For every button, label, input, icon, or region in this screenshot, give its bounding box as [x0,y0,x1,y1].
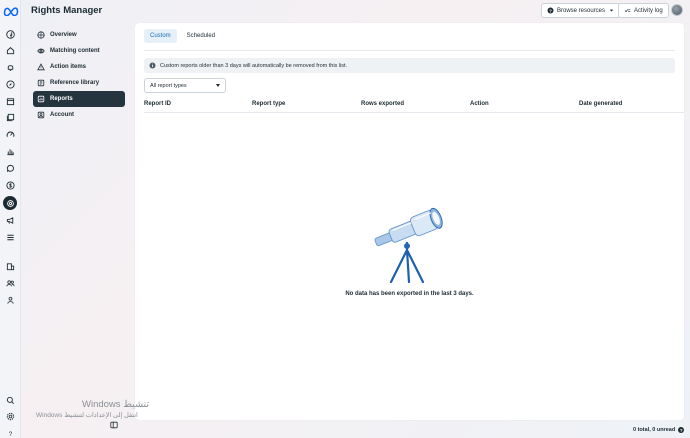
calendar-icon[interactable] [3,94,18,108]
chat-icon[interactable] [3,161,18,175]
caret-down-icon [609,9,614,12]
activity-log-label: Activity log [634,7,663,14]
telescope-illustration [374,207,443,284]
meta-logo-icon[interactable] [3,6,19,16]
menu-icon[interactable] [3,230,18,244]
help-circle-icon: ? [547,7,554,14]
bell-icon[interactable] [3,60,18,74]
side-panel-toggle-icon[interactable] [110,421,118,429]
account-icon [37,112,45,119]
report-type-dropdown[interactable]: All report types [144,78,226,93]
home-icon[interactable] [3,43,18,57]
help-icon[interactable]: ? [3,426,18,438]
nav-item-reference-library[interactable]: Reference library [33,75,125,91]
dollar-icon[interactable] [3,178,18,192]
nav-item-label: Reference library [50,80,100,87]
reports-panel: Custom Scheduled Custom reports older th… [135,23,684,420]
gear-icon[interactable] [3,409,18,423]
library-icon [37,79,45,87]
notice-text: Custom reports older than 3 days will au… [160,62,348,69]
activation-watermark-subtitle: Windows انتقل إلى الإعدادات لتنشيط [36,412,138,419]
tab-custom[interactable]: Custom [144,29,177,43]
column-header-action[interactable]: Action [470,101,489,107]
help-icon[interactable]: ? [678,427,685,433]
user-network-icon[interactable] [3,293,18,307]
warning-icon [37,63,45,71]
avatar[interactable] [671,4,683,16]
report-icon [37,95,45,103]
report-tabs: Custom Scheduled [144,29,221,43]
search-icon[interactable] [3,393,18,407]
caret-down-icon [216,84,220,87]
speedometer-icon[interactable] [3,127,18,141]
nav-item-label: Action items [50,63,87,70]
facebook-icon[interactable] [3,27,18,41]
notification-status: 0 total, 0 unread ? [633,427,685,433]
grid-icon [37,31,45,39]
column-header-date-generated[interactable]: Date generated [579,101,622,107]
global-nav-rail: ? [0,0,21,438]
bar-chart-icon[interactable] [3,144,18,158]
nav-item-matching-content[interactable]: Matching content [33,43,125,59]
eye-icon [37,48,45,54]
browse-resources-label: Browse resources [557,7,606,14]
nav-item-label: Overview [50,31,77,38]
column-header-report-id[interactable]: Report ID [144,101,171,107]
svg-text:?: ? [549,8,552,13]
activation-watermark-title: Windows تنشيط [82,399,150,410]
app-title: Rights Manager [31,5,103,16]
column-header-rows-exported[interactable]: Rows exported [361,101,404,107]
empty-state-message: No data has been exported in the last 3 … [345,291,474,297]
compass-icon[interactable] [3,77,18,91]
content-library-icon[interactable] [3,110,18,124]
megaphone-icon[interactable] [3,213,18,227]
nav-item-label: Matching content [50,47,100,54]
people-icon[interactable] [3,276,18,290]
tab-scheduled[interactable]: Scheduled [181,29,221,43]
side-nav: Overview Matching content Action items R… [33,27,125,124]
table-header: Report ID Report type Rows exported Acti… [144,99,684,113]
nav-item-overview[interactable]: Overview [33,27,125,43]
nav-item-label: Account [50,112,74,119]
rights-manager-icon[interactable] [3,196,17,210]
column-header-report-type[interactable]: Report type [252,101,285,107]
nav-item-action-items[interactable]: Action items [33,59,125,75]
building-icon[interactable] [3,259,18,273]
info-icon [149,62,156,69]
report-type-value: All report types [150,82,187,89]
info-notice: Custom reports older than 3 days will au… [144,58,675,73]
activity-log-button[interactable]: Activity log [618,3,669,18]
tabs-divider [144,50,675,51]
nav-item-account[interactable]: Account [33,107,125,123]
browse-resources-button[interactable]: ? Browse resources [541,3,622,18]
notification-count: 0 total, 0 unread [633,427,676,433]
nav-item-label: Reports [50,96,73,103]
checklist-icon [624,9,631,13]
nav-item-reports[interactable]: Reports [33,91,125,107]
svg-text:?: ? [9,431,13,438]
